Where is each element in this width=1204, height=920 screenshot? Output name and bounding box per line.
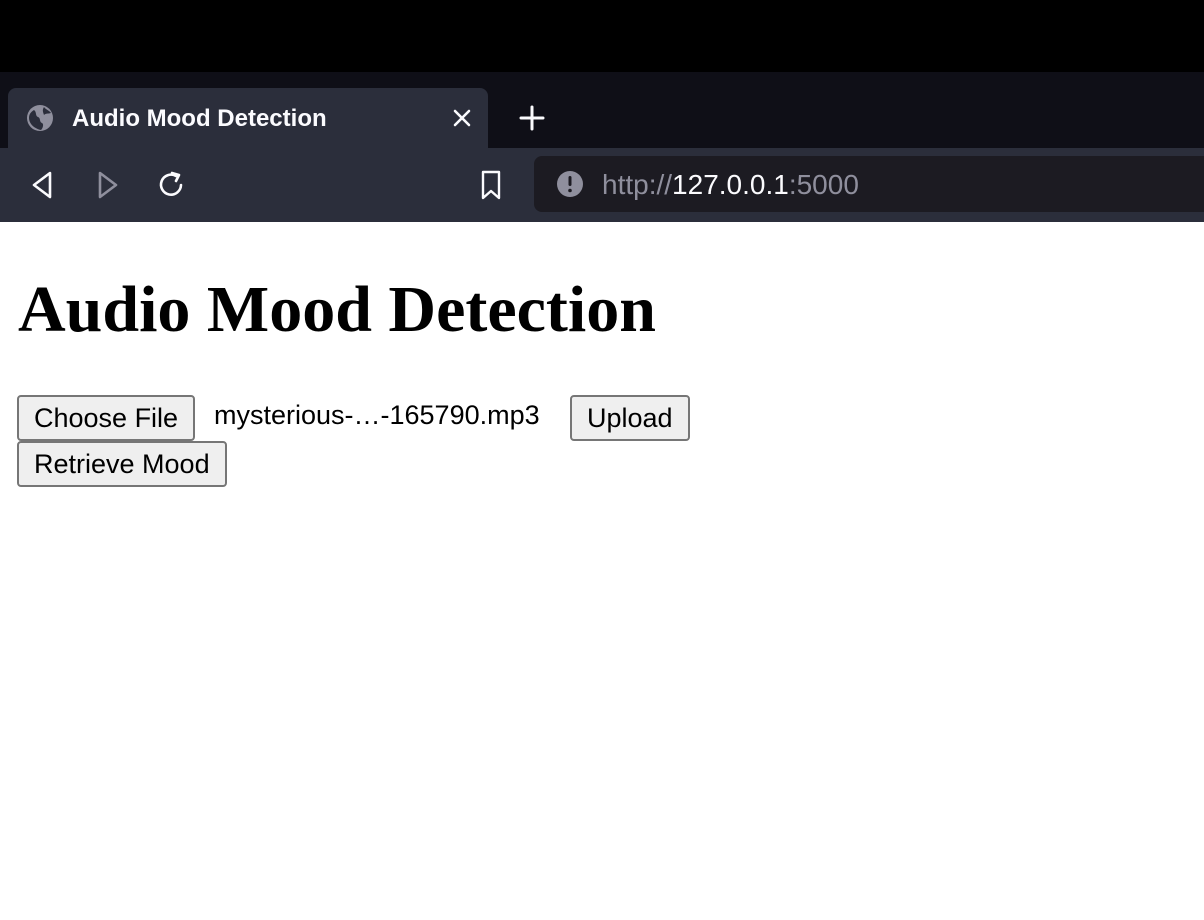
upload-button[interactable]: Upload — [570, 395, 690, 441]
tab-audio-mood-detection[interactable]: Audio Mood Detection — [8, 88, 488, 148]
window-top-bar — [0, 0, 1204, 72]
navigation-toolbar: http://127.0.0.1:5000 — [0, 148, 1204, 222]
tab-strip: Audio Mood Detection — [0, 72, 1204, 148]
info-icon[interactable] — [556, 170, 584, 198]
retrieve-mood-button[interactable]: Retrieve Mood — [17, 441, 227, 487]
close-icon[interactable] — [450, 106, 474, 130]
tab-title: Audio Mood Detection — [72, 105, 327, 132]
page-title: Audio Mood Detection — [18, 273, 656, 346]
url-host: 127.0.0.1 — [672, 169, 789, 200]
reload-icon[interactable] — [154, 168, 188, 202]
back-arrow-icon[interactable] — [26, 168, 60, 202]
url-text[interactable]: http://127.0.0.1:5000 — [602, 169, 859, 201]
address-bar[interactable]: http://127.0.0.1:5000 — [534, 156, 1204, 212]
url-scheme: http:// — [602, 169, 673, 200]
url-port: :5000 — [788, 169, 859, 200]
forward-arrow-icon[interactable] — [90, 168, 124, 202]
bookmark-icon[interactable] — [474, 168, 508, 202]
selected-file-name: mysterious-…-165790.mp3 — [214, 400, 540, 430]
globe-icon — [27, 105, 53, 131]
choose-file-button[interactable]: Choose File — [17, 395, 196, 441]
page-content: Audio Mood Detection Choose File mysteri… — [0, 222, 1204, 920]
plus-icon[interactable] — [516, 102, 548, 134]
